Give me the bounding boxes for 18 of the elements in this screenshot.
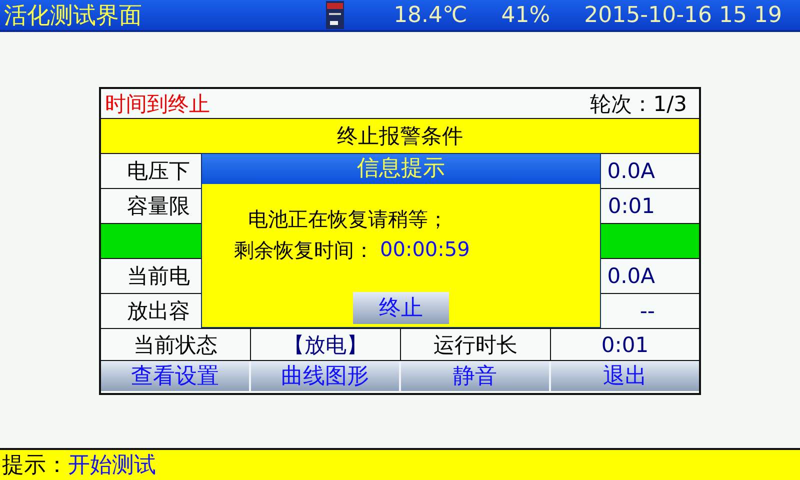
toolbar-button[interactable]: 退出: [551, 361, 699, 391]
hint-label: 提示：: [2, 452, 68, 480]
round-counter: 轮次：1/3: [590, 90, 687, 118]
section-header: 终止报警条件: [101, 119, 699, 154]
date-time: 2015-10-16 15 19: [584, 2, 782, 28]
status-text: 时间到终止: [105, 90, 210, 118]
dialog-title: 信息提示: [202, 154, 600, 184]
temperature-reading: 18.4℃: [394, 2, 468, 28]
humidity-reading: 41%: [501, 2, 550, 28]
toolbar-button[interactable]: 曲线图形: [251, 361, 401, 391]
app-title: 活化测试界面: [4, 2, 143, 30]
stop-button[interactable]: 终止: [353, 292, 449, 324]
sd-card-icon: [326, 1, 344, 29]
toolbar-button[interactable]: 查看设置: [101, 361, 251, 391]
time-value: 00:00:59: [380, 237, 470, 263]
hint-text: 开始测试: [68, 452, 156, 480]
toolbar-button[interactable]: 静音: [401, 361, 551, 391]
dialog-message: 电池正在恢复请稍等；: [248, 206, 448, 233]
